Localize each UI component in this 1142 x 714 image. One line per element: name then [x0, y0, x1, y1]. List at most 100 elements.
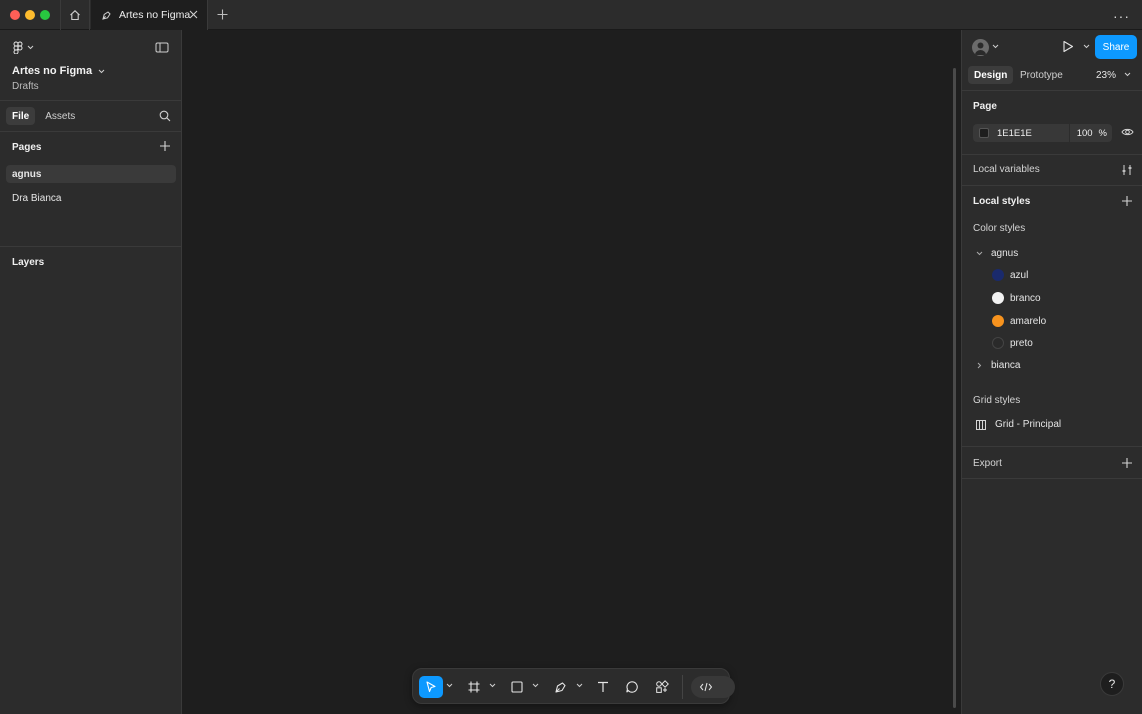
color-style-amarelo[interactable]: amarelo: [992, 315, 1046, 327]
eye-icon[interactable]: [1121, 127, 1134, 137]
background-hex[interactable]: 1E1E1E: [997, 128, 1032, 139]
zoom-level[interactable]: 23%: [1096, 70, 1116, 81]
layers-title: Layers: [12, 257, 45, 268]
grid-styles-label: Grid styles: [973, 395, 1021, 406]
chevron-down-icon[interactable]: [992, 44, 999, 49]
text-tool-button[interactable]: [592, 676, 614, 698]
move-tool-button[interactable]: [419, 676, 443, 698]
color-style-label: amarelo: [1010, 315, 1047, 327]
divider: [0, 131, 181, 132]
resources-tool-button[interactable]: [651, 676, 673, 698]
page-section-title: Page: [973, 101, 997, 112]
color-swatch: [992, 315, 1004, 327]
rectangle-icon: [511, 681, 523, 693]
color-style-label: preto: [1010, 337, 1033, 349]
color-swatch: [992, 292, 1004, 304]
pen-tool-button[interactable]: [550, 676, 572, 698]
user-avatar-icon: [975, 42, 986, 55]
pages-title: Pages: [12, 142, 42, 153]
file-name-button[interactable]: Artes no Figma: [12, 65, 105, 77]
opacity-value[interactable]: 100: [1077, 128, 1093, 139]
close-tab-icon[interactable]: [188, 9, 199, 20]
present-play-icon[interactable]: [1062, 40, 1074, 53]
color-style-azul[interactable]: azul: [992, 269, 1028, 281]
vertical-scrollbar[interactable]: [953, 68, 956, 708]
home-button[interactable]: [60, 0, 90, 30]
new-tab-icon[interactable]: [216, 8, 229, 21]
tab-title: Artes no Figma: [119, 9, 191, 21]
chevron-down-icon[interactable]: [446, 683, 453, 688]
divider: [962, 154, 1142, 155]
help-button[interactable]: ?: [1100, 672, 1124, 696]
right-panel: Share Design Prototype 23% Page 1E1E1E 1…: [961, 30, 1142, 714]
divider: [962, 185, 1142, 186]
add-export-icon[interactable]: [1121, 457, 1133, 469]
color-styles-label: Color styles: [973, 223, 1026, 234]
page-opacity-field[interactable]: 100 %: [1070, 124, 1112, 142]
close-window-button[interactable]: [10, 10, 20, 20]
file-location[interactable]: Drafts: [12, 81, 39, 92]
divider: [962, 446, 1142, 447]
grid-style-principal[interactable]: Grid - Principal: [976, 419, 1061, 430]
local-styles-title: Local styles: [973, 196, 1031, 207]
frame-tool-button[interactable]: [463, 676, 485, 698]
toolbar-separator: [682, 675, 683, 699]
style-group-label: agnus: [991, 248, 1019, 259]
chevron-down-icon[interactable]: [576, 683, 583, 688]
layout-grid-icon: [976, 419, 986, 430]
code-icon: [699, 682, 713, 692]
minimize-window-button[interactable]: [25, 10, 35, 20]
chevron-down-icon[interactable]: [1083, 44, 1090, 49]
background-color-swatch[interactable]: [979, 128, 989, 138]
chevron-right-icon: [977, 362, 982, 369]
divider: [0, 100, 181, 101]
home-icon: [70, 10, 80, 21]
color-swatch: [992, 269, 1004, 281]
comment-tool-button[interactable]: [621, 676, 643, 698]
color-style-branco[interactable]: branco: [992, 292, 1041, 304]
export-label[interactable]: Export: [973, 458, 1002, 469]
chevron-down-icon[interactable]: [489, 683, 496, 688]
dev-mode-toggle[interactable]: [691, 676, 735, 698]
page-item-agnus[interactable]: agnus: [6, 165, 176, 183]
file-tab[interactable]: Artes no Figma: [91, 0, 208, 30]
pen-icon: [555, 682, 566, 693]
divider: [962, 90, 1142, 91]
shape-tool-button[interactable]: [506, 676, 528, 698]
main-menu-button[interactable]: [12, 41, 34, 54]
add-page-icon[interactable]: [159, 140, 171, 152]
tab-design[interactable]: Design: [968, 66, 1014, 84]
tab-assets[interactable]: Assets: [39, 107, 81, 125]
tab-prototype[interactable]: Prototype: [1014, 66, 1069, 84]
divider: [962, 478, 1142, 479]
tab-file[interactable]: File: [6, 107, 36, 125]
avatar[interactable]: [972, 39, 989, 56]
color-style-preto[interactable]: preto: [992, 337, 1033, 349]
left-panel-tabs: File Assets: [6, 107, 81, 125]
page-item-dra-bianca[interactable]: Dra Bianca: [6, 189, 176, 207]
divider: [0, 246, 181, 247]
page-background-field[interactable]: 1E1E1E: [973, 124, 1069, 142]
style-group-label: bianca: [991, 360, 1021, 371]
share-button[interactable]: Share: [1095, 35, 1137, 59]
more-options-button[interactable]: ···: [1113, 8, 1130, 24]
components-icon: [656, 680, 669, 693]
sidebar-toggle-icon[interactable]: [155, 42, 169, 53]
chevron-down-icon: [976, 251, 983, 256]
maximize-window-button[interactable]: [40, 10, 50, 20]
variables-settings-icon[interactable]: [1121, 164, 1133, 176]
chevron-down-icon: [27, 45, 34, 50]
local-variables-button[interactable]: Local variables: [973, 164, 1040, 175]
style-group-bianca[interactable]: bianca: [976, 360, 1020, 371]
chevron-down-icon[interactable]: [532, 683, 539, 688]
canvas[interactable]: [183, 30, 960, 714]
file-name: Artes no Figma: [12, 65, 93, 77]
chevron-down-icon[interactable]: [1124, 72, 1131, 77]
style-group-agnus[interactable]: agnus: [976, 248, 1018, 259]
pen-nib-icon: [102, 10, 111, 20]
text-icon: [598, 681, 608, 692]
color-style-label: branco: [1010, 292, 1041, 304]
color-swatch: [992, 337, 1004, 349]
search-icon[interactable]: [159, 110, 171, 122]
add-style-icon[interactable]: [1121, 195, 1133, 207]
